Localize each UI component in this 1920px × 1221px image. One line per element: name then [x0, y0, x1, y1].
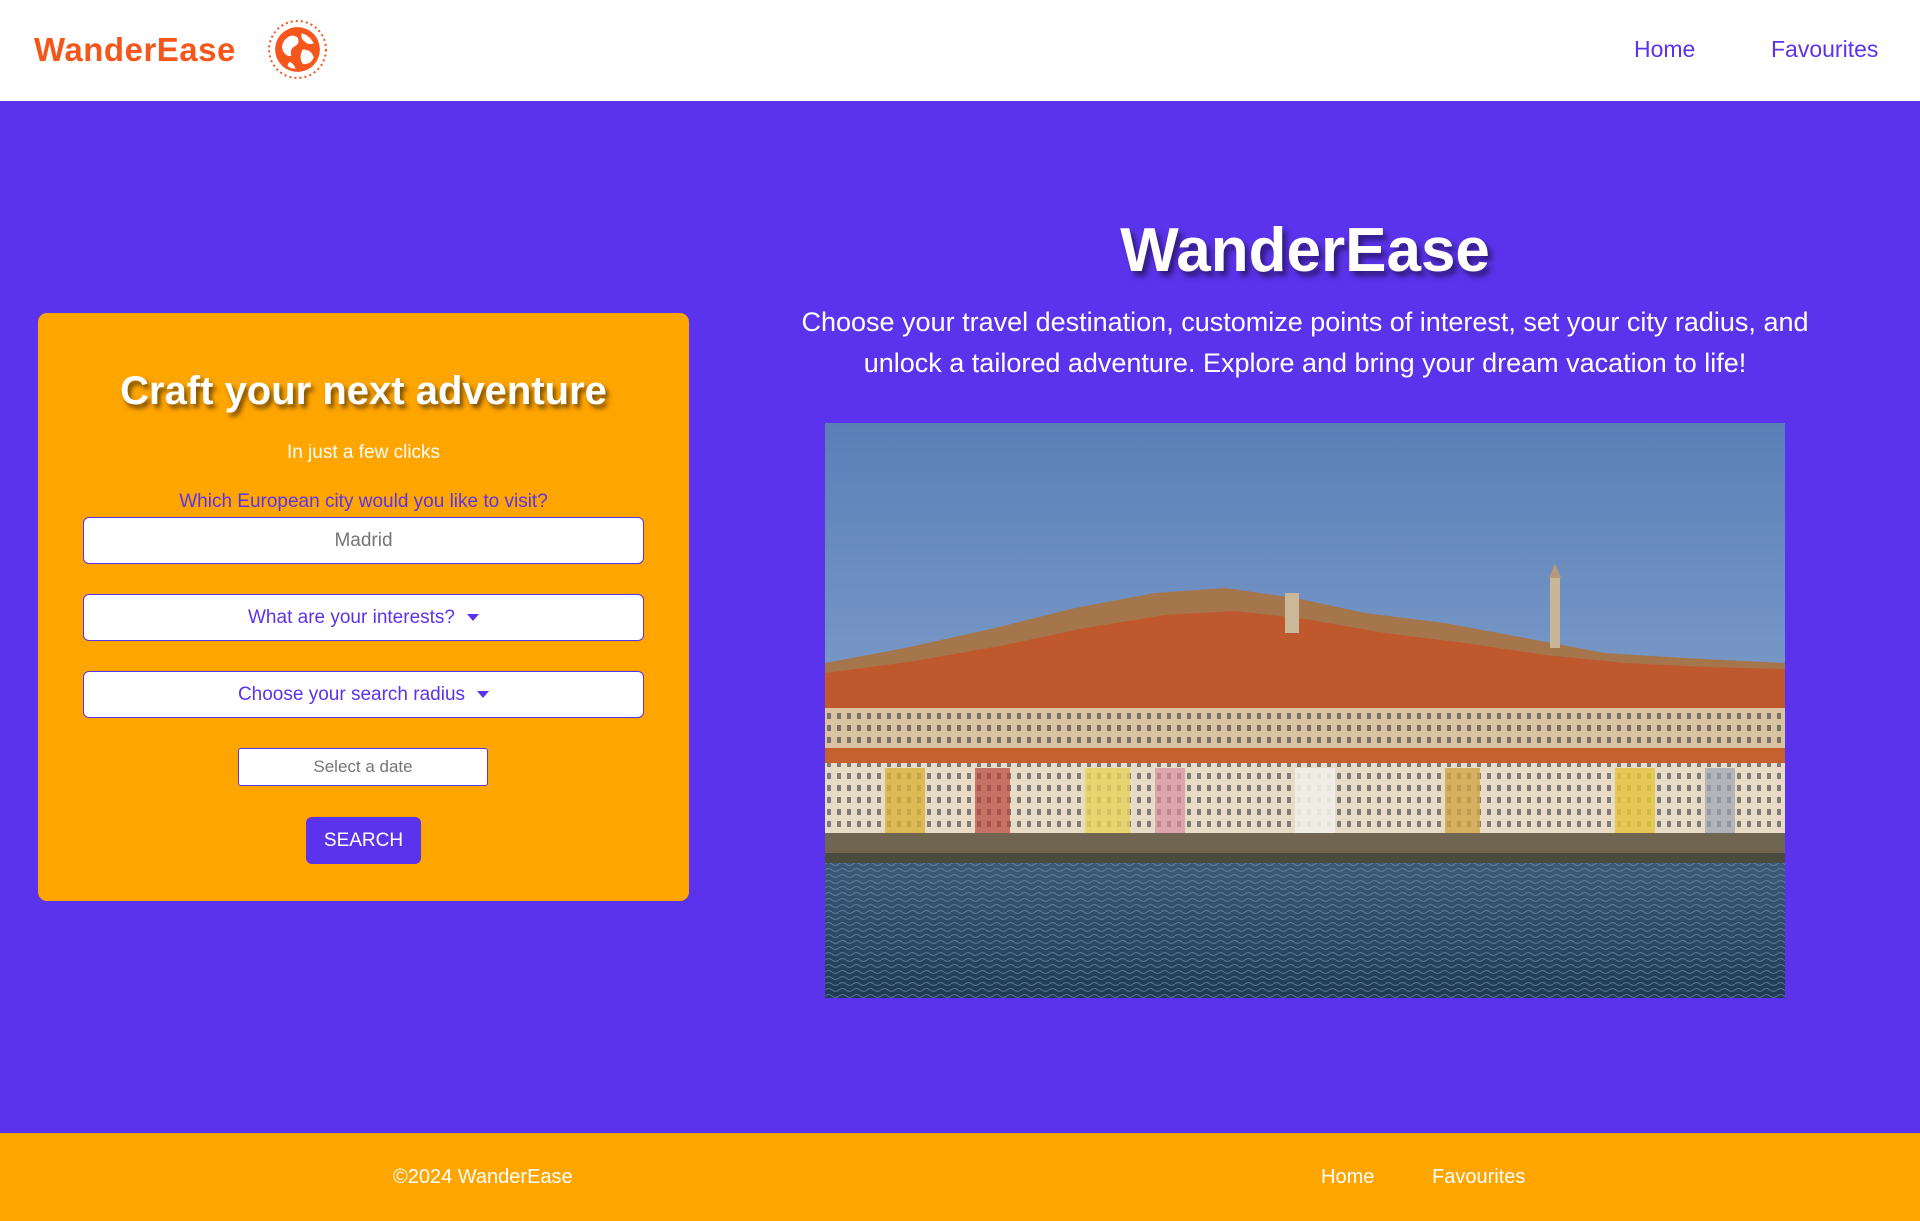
form-subtitle: In just a few clicks — [286, 442, 441, 463]
radius-dropdown[interactable]: Choose your search radius — [83, 671, 644, 718]
nav-home-link[interactable]: Home — [1634, 36, 1695, 63]
chevron-down-icon — [466, 614, 479, 621]
copyright-text: ©2024 WanderEase — [393, 1166, 573, 1188]
hero-title: WanderEase — [1120, 216, 1490, 285]
form-title: Craft your next adventure — [120, 369, 607, 413]
date-input[interactable] — [238, 748, 488, 786]
interests-dropdown[interactable]: What are your interests? — [83, 594, 644, 641]
interests-dropdown-label: What are your interests? — [248, 606, 455, 628]
footer-home-link[interactable]: Home — [1321, 1166, 1374, 1189]
search-button[interactable]: SEARCH — [306, 817, 421, 864]
search-form-card: Craft your next adventure In just a few … — [38, 313, 689, 901]
globe-icon[interactable] — [267, 19, 328, 80]
brand-logo-text[interactable]: WanderEase — [34, 31, 236, 69]
site-footer: ©2024 WanderEase Home Favourites — [0, 1133, 1920, 1221]
chevron-down-icon — [477, 691, 490, 698]
footer-favourites-link[interactable]: Favourites — [1432, 1166, 1525, 1189]
radius-dropdown-label: Choose your search radius — [237, 683, 466, 705]
city-question-label: Which European city would you like to vi… — [179, 491, 548, 512]
city-input[interactable] — [83, 517, 644, 564]
city-riverside-image — [825, 423, 1785, 998]
site-header: WanderEase Home Favourites — [0, 0, 1920, 101]
nav-favourites-link[interactable]: Favourites — [1771, 36, 1878, 63]
hero-description: Choose your travel destination, customiz… — [801, 307, 1809, 378]
